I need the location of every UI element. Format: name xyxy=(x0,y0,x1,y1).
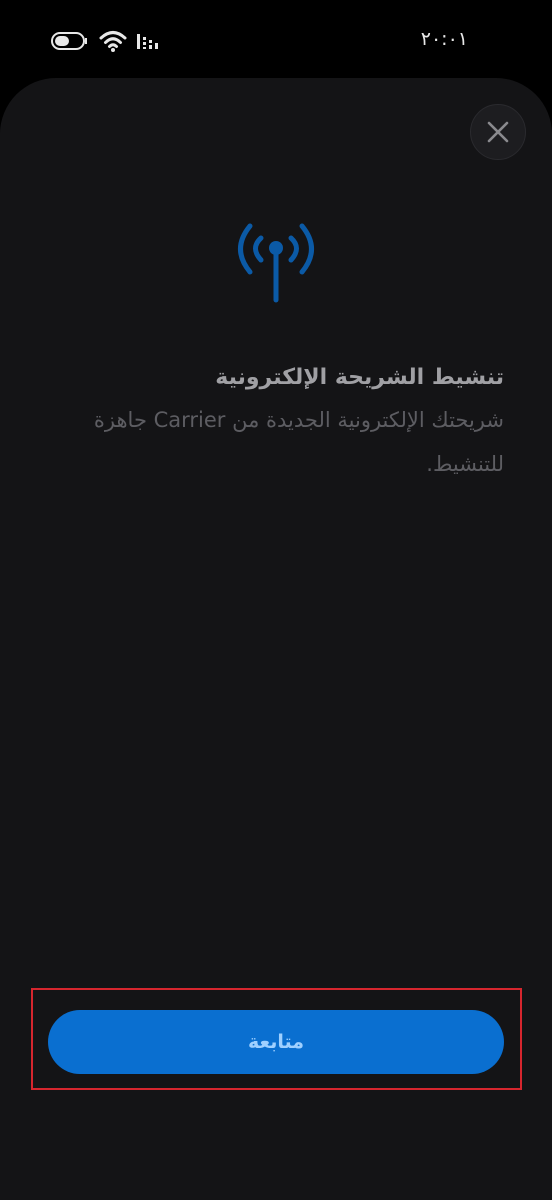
continue-button[interactable]: متابعة xyxy=(48,1010,504,1074)
dialog-title: تنشيط الشريحة الإلكترونية xyxy=(215,365,504,390)
battery-icon xyxy=(51,32,87,50)
dialog-description: شريحتك الإلكترونية الجديدة من Carrier جا… xyxy=(93,408,504,476)
status-icons xyxy=(50,26,162,56)
close-icon xyxy=(487,121,509,143)
text-block: تنشيط الشريحة الإلكترونية شريحتك الإلكتر… xyxy=(64,360,504,486)
signal-icon xyxy=(137,34,158,49)
continue-button-label: متابعة xyxy=(247,1031,305,1053)
close-button[interactable] xyxy=(470,104,526,160)
wifi-icon xyxy=(99,31,127,52)
status-time: ٢٠:٠١ xyxy=(420,28,468,50)
status-bar: ٢٠:٠١ xyxy=(0,0,552,80)
cellular-antenna-icon xyxy=(238,223,314,303)
